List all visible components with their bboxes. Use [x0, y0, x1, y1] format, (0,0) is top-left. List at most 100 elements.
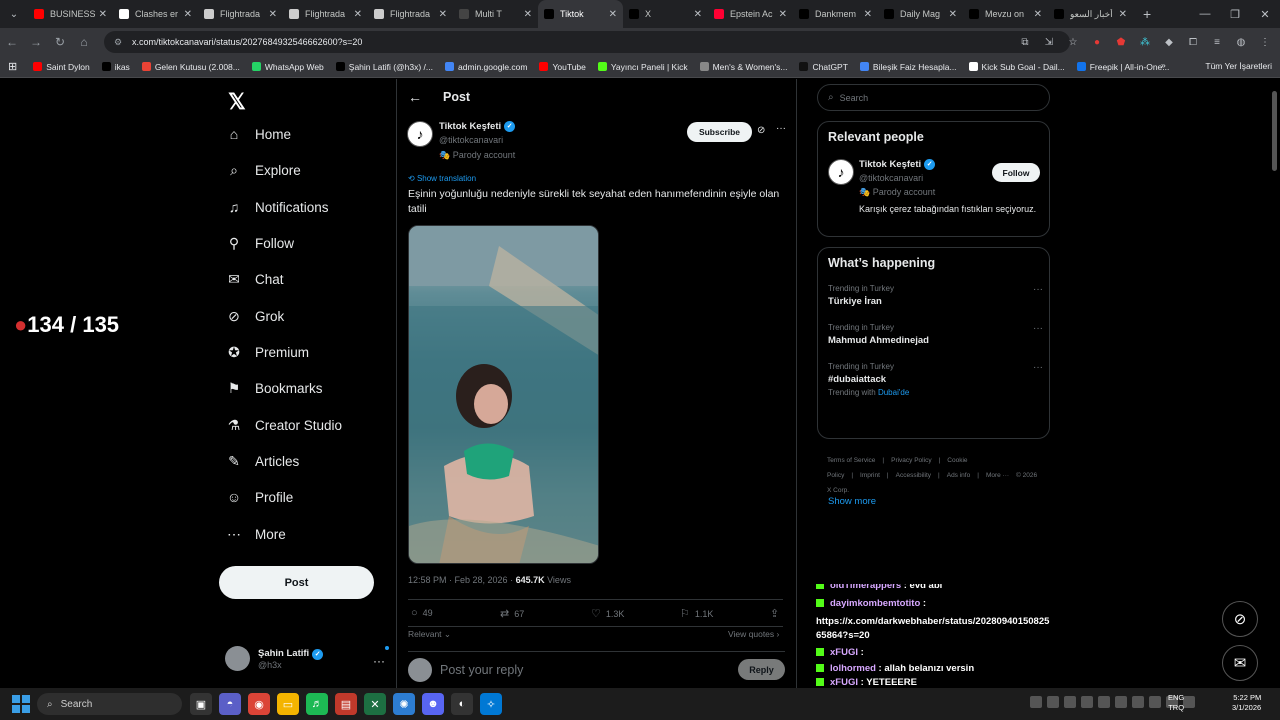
trend-more-icon[interactable]: ···: [1033, 284, 1043, 295]
person-handle[interactable]: @tiktokcanavari: [859, 173, 923, 183]
clock[interactable]: 5:22 PM 3/1/2026: [1232, 693, 1261, 713]
tray-icon[interactable]: [1081, 696, 1093, 708]
bookmark-item[interactable]: ikas: [101, 62, 130, 72]
footer-link[interactable]: Terms of Service: [827, 457, 875, 464]
browser-tab[interactable]: Flightrada ✕: [283, 0, 368, 28]
author-handle[interactable]: @tiktokcanavari: [439, 135, 503, 145]
tray-icon[interactable]: [1064, 696, 1076, 708]
page-scrollbar[interactable]: [1268, 79, 1280, 688]
like-action[interactable]: ♡ 1.3K: [591, 607, 624, 620]
nav-item-notifications[interactable]: ♫ Notifications: [226, 199, 329, 215]
trend-more-icon[interactable]: ···: [1033, 323, 1043, 334]
nav-item-premium[interactable]: ✪ Premium: [226, 344, 309, 360]
browser-tab[interactable]: Clashes er ✕: [113, 0, 198, 28]
extension-1-icon[interactable]: ●: [1088, 33, 1106, 51]
star-icon[interactable]: ☆: [1064, 33, 1082, 51]
extensions-puzzle-icon[interactable]: ⧠: [1184, 33, 1202, 51]
browser-menu-icon[interactable]: ⋮: [1256, 33, 1274, 51]
trend-item[interactable]: Trending in Turkey #dubaiattack Trending w…: [828, 362, 1043, 397]
back-icon[interactable]: ←: [0, 35, 24, 49]
tab-close-icon[interactable]: ✕: [864, 9, 872, 20]
site-info-icon[interactable]: ⚙: [114, 37, 124, 47]
tab-close-icon[interactable]: ✕: [694, 9, 702, 20]
tab-close-icon[interactable]: ✕: [354, 9, 362, 20]
tray-icon[interactable]: [1115, 696, 1127, 708]
sort-relevant-dropdown[interactable]: Relevant ⌄: [408, 629, 451, 640]
extension-3-icon[interactable]: ⁂: [1136, 33, 1154, 51]
close-window-icon[interactable]: ✕: [1250, 8, 1280, 21]
tab-close-icon[interactable]: ✕: [524, 9, 532, 20]
messages-fab-icon[interactable]: ✉: [1222, 645, 1258, 681]
spotify-icon[interactable]: ♬: [306, 693, 328, 715]
bookmark-item[interactable]: YouTube: [539, 62, 586, 72]
person-avatar[interactable]: ♪: [828, 159, 854, 185]
app-blue-icon[interactable]: ✺: [393, 693, 415, 715]
browser-tab[interactable]: BUSINESS ✕: [28, 0, 113, 28]
tab-close-icon[interactable]: ✕: [949, 9, 957, 20]
nav-item-bookmarks[interactable]: ⚑ Bookmarks: [226, 380, 323, 396]
nav-item-more[interactable]: ⋯ More: [226, 526, 286, 542]
bookmark-item[interactable]: Men's & Women's...: [699, 62, 787, 72]
excel-icon[interactable]: ✕: [364, 693, 386, 715]
home-browser-icon[interactable]: ⌂: [72, 35, 96, 49]
taskbar-search-input[interactable]: ⌕ Search: [37, 693, 182, 715]
app-multi-icon[interactable]: ✧: [480, 693, 502, 715]
chrome-icon[interactable]: ◉: [248, 693, 270, 715]
subscribe-button[interactable]: Subscribe: [687, 122, 752, 142]
tab-close-icon[interactable]: ✕: [269, 9, 277, 20]
extension-4-icon[interactable]: ◆: [1160, 33, 1178, 51]
translate-icon[interactable]: ⧉: [1016, 33, 1034, 51]
maximize-icon[interactable]: ❐: [1220, 8, 1250, 21]
trend-item[interactable]: Trending in Turkey Türkiye İran ···: [828, 284, 1043, 307]
nav-item-grok[interactable]: ⊘ Grok: [226, 308, 284, 324]
browser-tab[interactable]: Daily Mag ✕: [878, 0, 963, 28]
person-name[interactable]: Tiktok Keşfeti ✓: [859, 159, 936, 170]
footer-link[interactable]: Imprint: [860, 472, 880, 479]
nav-item-chat[interactable]: ✉ Chat: [226, 271, 283, 287]
nav-item-home[interactable]: ⌂ Home: [226, 126, 291, 142]
browser-tab[interactable]: Dankmem ✕: [793, 0, 878, 28]
account-more-icon[interactable]: ···: [373, 654, 385, 668]
browser-tab[interactable]: أخبار السعو ✕: [1048, 0, 1133, 28]
browser-tab[interactable]: Multi T ✕: [453, 0, 538, 28]
bookmark-item[interactable]: admin.google.com: [445, 62, 527, 72]
tray-icon[interactable]: [1132, 696, 1144, 708]
follow-button[interactable]: Follow: [992, 163, 1040, 182]
bookmarks-overflow-icon[interactable]: »: [1161, 60, 1166, 70]
reply-input[interactable]: Post your reply: [440, 663, 523, 677]
bookmark-item[interactable]: Saint Dylon: [33, 62, 90, 72]
reply-button[interactable]: Reply: [738, 659, 785, 680]
grok-icon[interactable]: ⊘: [757, 125, 765, 136]
post-button[interactable]: Post: [219, 566, 374, 599]
browser-tab[interactable]: X ✕: [623, 0, 708, 28]
profile-avatar-icon[interactable]: ◍: [1232, 33, 1250, 51]
nav-item-explore[interactable]: ⌕ Explore: [226, 162, 301, 178]
author-name[interactable]: Tiktok Keşfeti ✓: [439, 121, 516, 132]
forward-icon[interactable]: →: [24, 35, 48, 49]
app-red-icon[interactable]: ▤: [335, 693, 357, 715]
extension-2-icon[interactable]: ⬟: [1112, 33, 1130, 51]
scrollbar-thumb[interactable]: [1272, 91, 1277, 171]
apps-icon[interactable]: ⊞: [8, 60, 17, 73]
browser-tab[interactable]: Flightrada ✕: [198, 0, 283, 28]
bookmark-item[interactable]: Bileşik Faiz Hesapla...: [859, 62, 957, 72]
file-explorer-icon[interactable]: ▭: [277, 693, 299, 715]
footer-link[interactable]: Accessibility: [896, 472, 931, 479]
nav-item-follow[interactable]: ⚲ Follow: [226, 235, 294, 251]
tray-icon[interactable]: [1183, 696, 1195, 708]
task-view-icon[interactable]: ▣: [190, 693, 212, 715]
reply-action[interactable]: ○ 49: [411, 607, 433, 619]
share-action[interactable]: ⇪: [770, 607, 784, 620]
trend-more-icon[interactable]: ···: [1033, 362, 1043, 373]
grok-fab-icon[interactable]: ⊘: [1222, 601, 1258, 637]
bookmark-action[interactable]: ⚐ 1.1K: [680, 607, 713, 620]
repost-action[interactable]: ⇄ 67: [500, 607, 524, 620]
reload-icon[interactable]: ↻: [48, 35, 72, 49]
minimize-icon[interactable]: —: [1190, 8, 1220, 20]
discord-icon[interactable]: ☻: [422, 693, 444, 715]
search-input[interactable]: ⌕ Search: [817, 84, 1050, 111]
tab-search-icon[interactable]: ⌄: [4, 4, 24, 24]
nav-item-articles[interactable]: ✎ Articles: [226, 453, 299, 469]
nav-item-creator-studio[interactable]: ⚗ Creator Studio: [226, 417, 342, 433]
bookmark-item[interactable]: WhatsApp Web: [251, 62, 324, 72]
